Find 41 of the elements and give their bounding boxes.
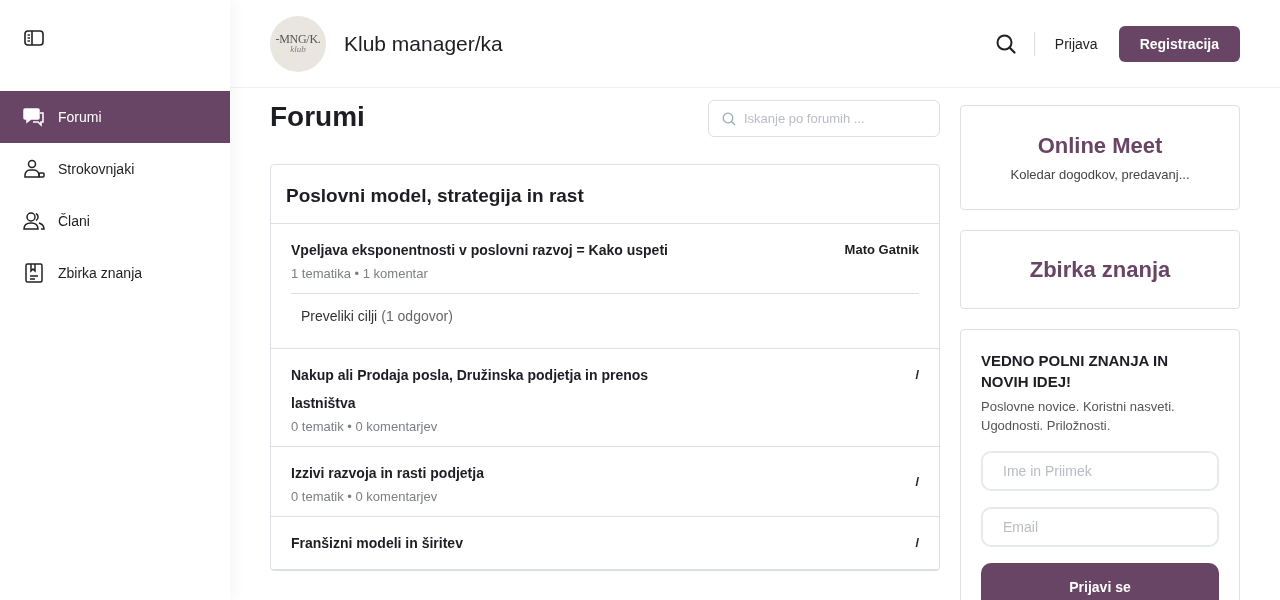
card-title: Zbirka znanja bbox=[1029, 256, 1171, 283]
person-icon bbox=[23, 159, 45, 179]
knowledge-card[interactable]: Zbirka znanja bbox=[960, 230, 1240, 309]
page-title: Forumi bbox=[270, 101, 365, 133]
last-poster: Mato Gatnik bbox=[844, 241, 919, 259]
site-title: Klub manager/ka bbox=[344, 31, 503, 56]
forum-stats: 0 tematik • 0 komentarjev bbox=[291, 419, 439, 434]
newsletter-title: VEDNO POLNI ZNANJA IN NOVIH IDEJ! bbox=[981, 351, 1169, 392]
forum-title-link[interactable]: Franšizni modeli in širitev bbox=[291, 529, 463, 557]
nav-item[interactable]: Člani bbox=[0, 195, 230, 247]
email-field[interactable]: Email bbox=[981, 507, 1219, 547]
people-icon bbox=[23, 211, 45, 231]
login-link[interactable]: Prijava bbox=[1054, 35, 1098, 52]
club-logo[interactable]: -MNG/K. klub bbox=[270, 15, 326, 72]
search-icon[interactable] bbox=[995, 33, 1016, 54]
topic-link[interactable]: Preveliki cilji bbox=[301, 308, 378, 324]
forum-title-link[interactable]: Nakup ali Prodaja posla, Družinska podjetja in prenos lastništva bbox=[291, 361, 691, 417]
forum-title-link[interactable]: Izzivi razvoja in rasti podjetja bbox=[291, 459, 484, 487]
category-title: Poslovni model, strategija in rast bbox=[271, 165, 939, 224]
subscribe-button[interactable]: Prijavi se bbox=[981, 563, 1219, 600]
reply-count: (1 odgovor) bbox=[381, 308, 453, 324]
card-title: Online Meet bbox=[1037, 133, 1163, 159]
online-meet-card[interactable]: Online Meet Koledar dogodkov, predavanj... bbox=[960, 105, 1240, 210]
last-poster: / bbox=[915, 534, 919, 552]
forum-title-link[interactable]: Vpeljava eksponentnosti v poslovni razvoj = Kako uspeti bbox=[291, 236, 668, 264]
newsletter-text: Poslovne novice. Koristni nasveti. Ugodnosti. Priložnosti. bbox=[981, 398, 1176, 435]
last-poster: / bbox=[915, 472, 919, 491]
nav-item[interactable]: Zbirka znanja bbox=[0, 247, 230, 299]
forum-search-field[interactable]: Iskanje po forumih ... bbox=[708, 100, 940, 137]
nav-item[interactable]: Forumi bbox=[0, 91, 230, 143]
search-icon bbox=[722, 112, 736, 126]
nav-item[interactable]: Strokovnjaki bbox=[0, 143, 230, 195]
last-poster: / bbox=[915, 366, 919, 384]
card-subtitle: Koledar dogodkov, predavanj... bbox=[1010, 167, 1190, 182]
forum-stats: 1 tematika • 1 komentar bbox=[291, 266, 429, 281]
name-field[interactable]: Ime in Priimek bbox=[981, 451, 1219, 491]
forum-stats: 0 tematik • 0 komentarjev bbox=[291, 489, 439, 504]
register-button[interactable]: Registracija bbox=[1118, 25, 1240, 62]
book-icon bbox=[23, 263, 45, 283]
chat-bubble-icon bbox=[23, 107, 45, 127]
sidebar-toggle-icon[interactable] bbox=[24, 30, 44, 46]
